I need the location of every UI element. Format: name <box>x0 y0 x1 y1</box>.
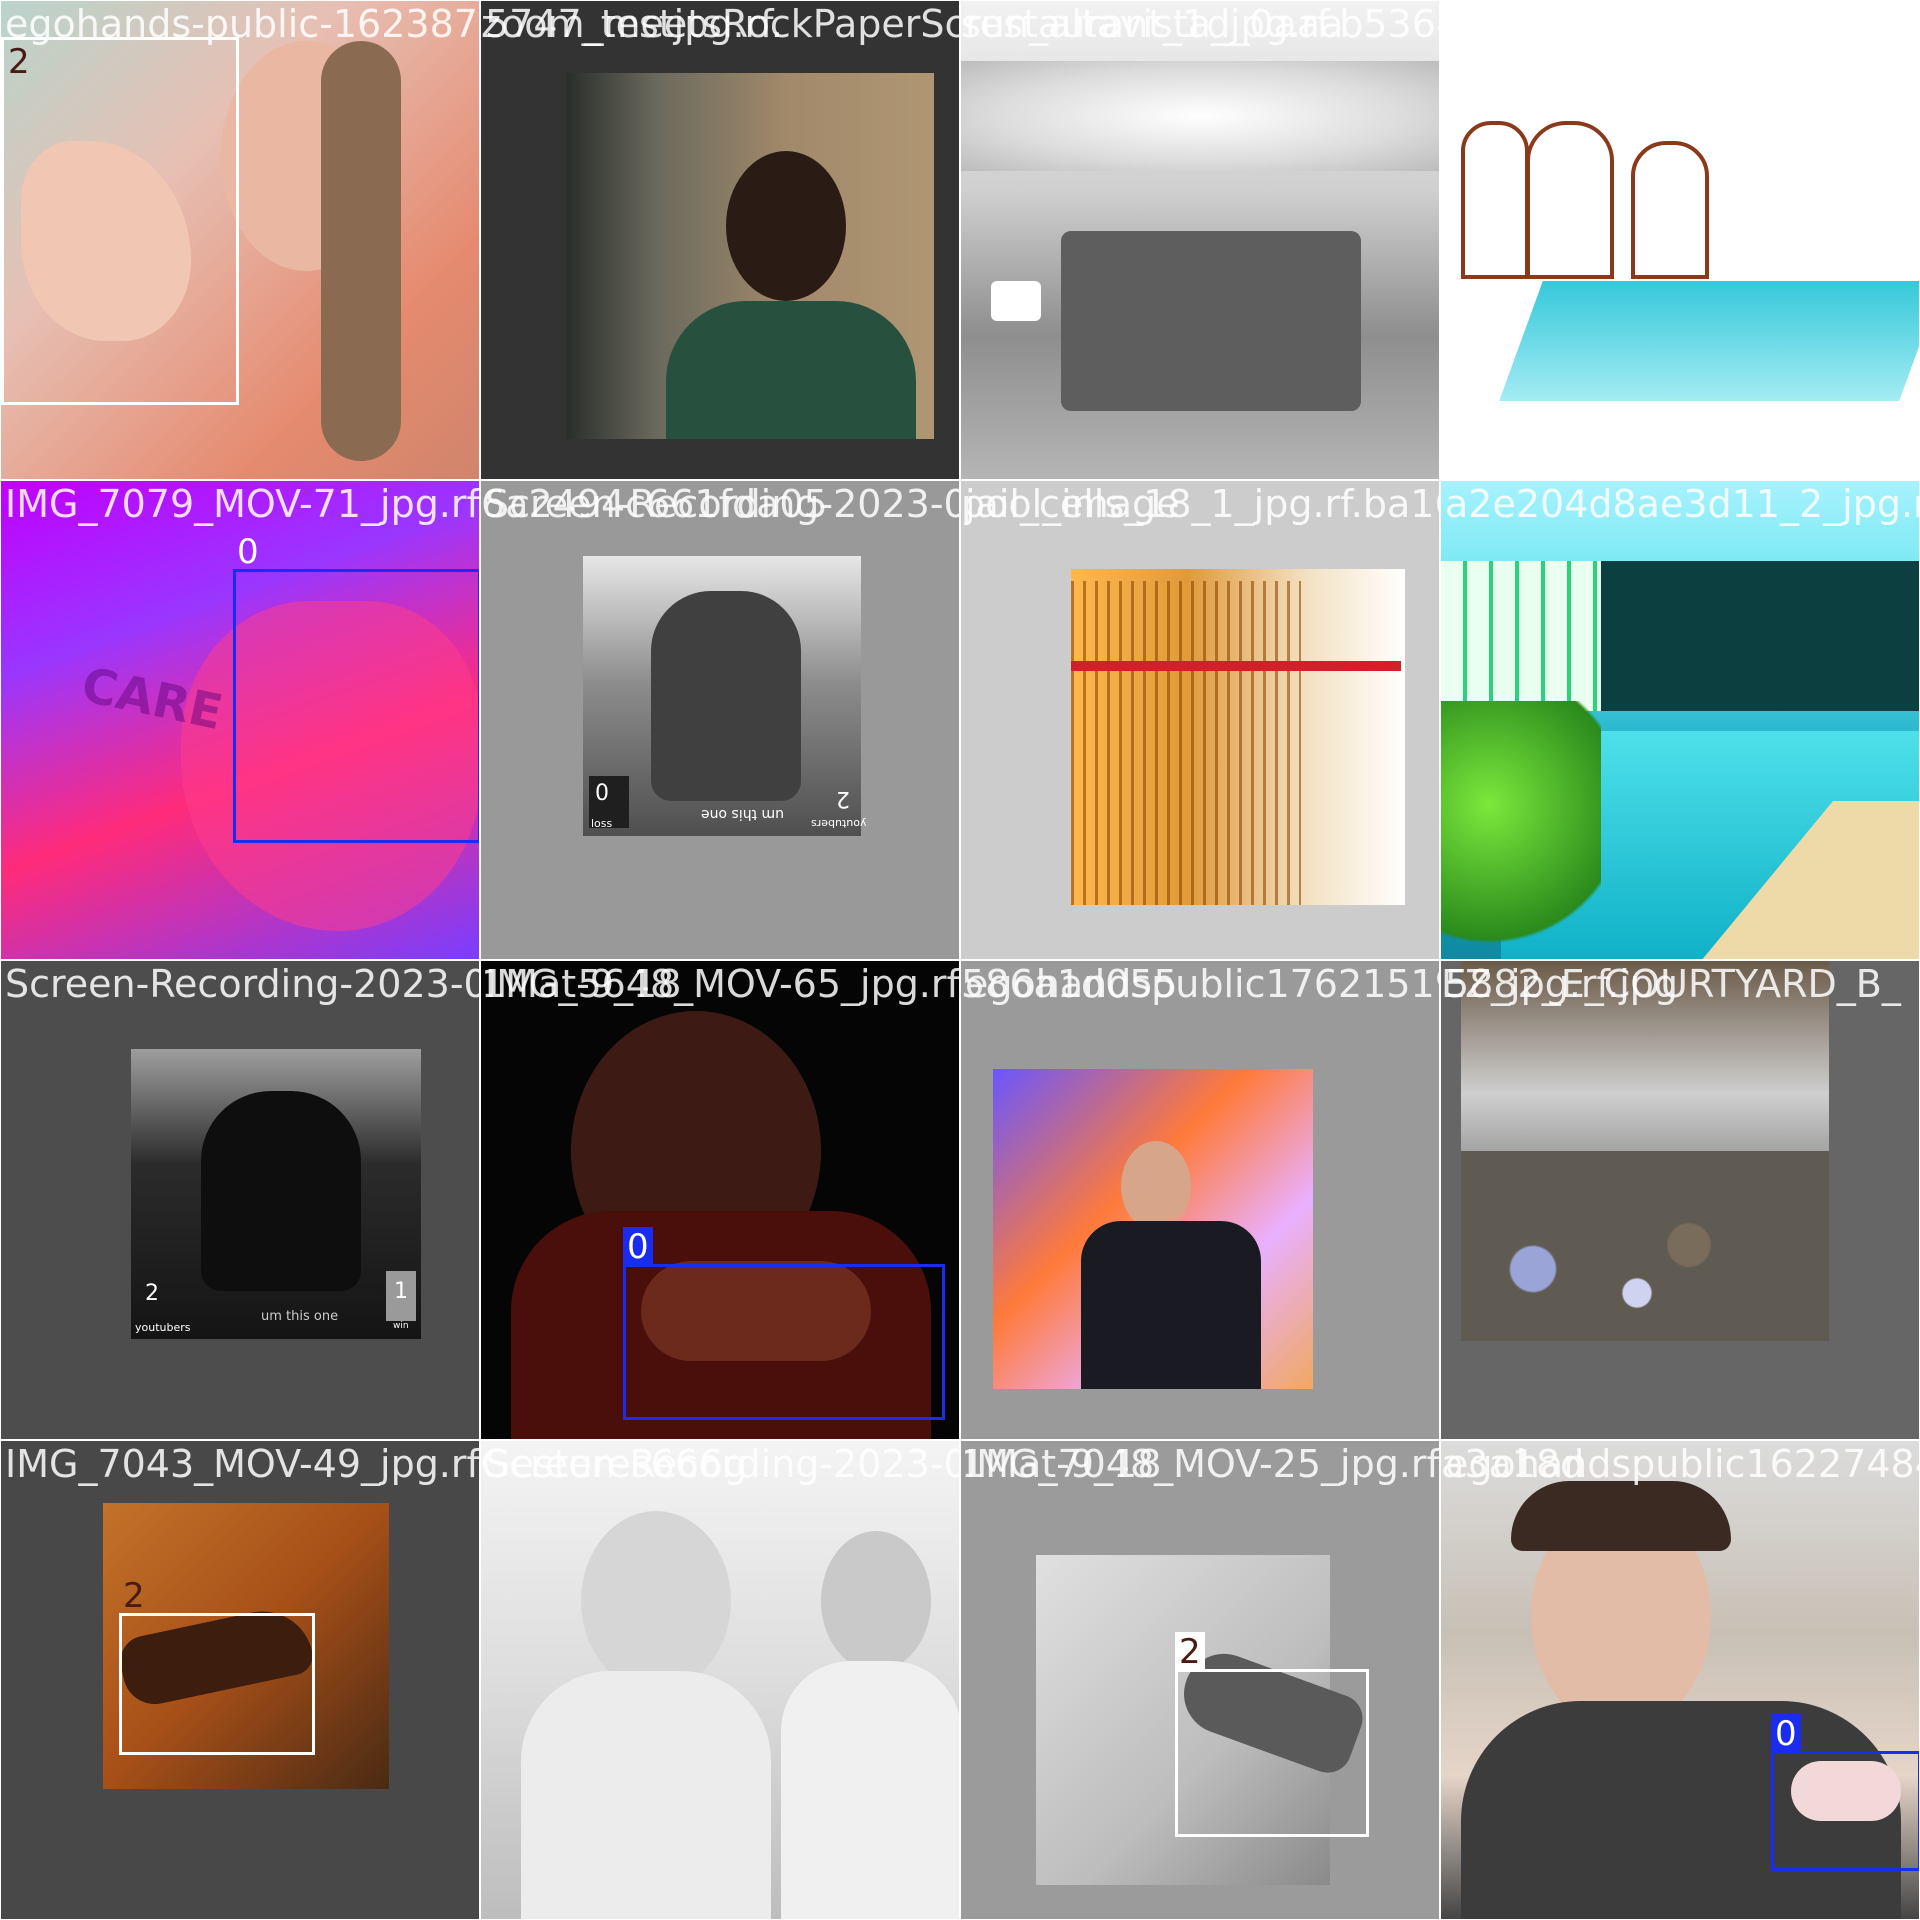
bbox-label: 2 <box>123 1576 145 1616</box>
grid-tile: a2e204d8ae3d11_2_jpg.rf.8f8 <box>1440 480 1920 960</box>
tile-title: Screen-Recording-2023-03-1 <box>485 1442 959 1486</box>
tile-title-overlay: Gestures666g <box>481 1442 748 1486</box>
score-right: 2 <box>836 786 850 811</box>
ceiling <box>961 61 1439 171</box>
person-face <box>726 151 846 301</box>
tile-title: IMG_7079_MOV-71_jpg.rf.1 <box>5 482 480 526</box>
tile-title: restaurant_1d_0aaa <box>965 2 1344 46</box>
furniture <box>1061 231 1361 411</box>
score-right: 1 <box>394 1279 408 1304</box>
caption: um this one <box>261 1309 339 1324</box>
person-body <box>1081 1221 1261 1389</box>
arch-window <box>1526 121 1614 279</box>
image-grid: 2 egohands-public-1623873267 5747_testjp… <box>0 0 1920 1920</box>
person <box>651 591 801 801</box>
grid-tile: 0 IMG_5648_MOV-65_jpg.rf.a 1Mat-9_18 <box>480 960 960 1440</box>
tile-title: IMG_7043_MOV-49_jpg.rf.0 <box>5 1442 480 1486</box>
arch-window <box>1461 121 1529 279</box>
pool-water <box>1499 281 1919 401</box>
hair <box>1511 1481 1731 1551</box>
lamp <box>991 281 1041 321</box>
grid-tile: 2 IMG_7048_MOV-25_jpg.rf.0 1Mat-9_18 <box>960 1440 1440 1920</box>
caption-youtubers: youtubers <box>811 817 867 830</box>
bounding-box: 2 <box>119 1576 315 1755</box>
tile-title-overlay: zoom_meetsRockPaperScis <box>481 2 960 46</box>
person <box>201 1091 361 1291</box>
bbox-label: 0 <box>623 1227 653 1267</box>
bounding-box: 2 <box>1 37 239 405</box>
tile-title: egohandspublic1762151919 <box>965 962 1439 1006</box>
grid-tile: CARE 0 IMG_7079_MOV-71_jpg.rf.1 <box>0 480 480 960</box>
tile-title: IMG_5648_MOV-65_jpg.rf.a <box>485 962 960 1006</box>
puzzle-pieces <box>1481 1221 1741 1341</box>
person-body <box>781 1661 959 1919</box>
tile-title-overlay: 1Mat-9_18 <box>481 962 682 1006</box>
tile-title: IMG_7048_MOV-25_jpg.rf.0 <box>965 1442 1440 1486</box>
bounding-box: 2 <box>1175 1632 1369 1837</box>
bbox-label: 2 <box>8 42 30 82</box>
bounding-box: 0 <box>233 532 479 843</box>
score-left: 2 <box>145 1281 159 1306</box>
bounding-box: 0 <box>623 1227 945 1420</box>
grid-tile: Screen-Recording-2023-03-1 Gestures666g <box>480 1440 960 1920</box>
grid-tile: 2 IMG_7043_MOV-49_jpg.rf.0 <box>0 1440 480 1920</box>
windows <box>1441 561 1601 711</box>
railing <box>1071 661 1401 671</box>
hoodie <box>666 301 916 439</box>
bbox-label: 0 <box>237 532 259 572</box>
caption-loss: loss <box>591 817 613 830</box>
tile-title-overlay: sun_altavista_jpg.rf.b53648 <box>961 2 1440 46</box>
tile-title-overlay: 6a2494c661fda05 <box>481 482 828 526</box>
palm-plant <box>1441 701 1601 959</box>
grid-tile: 5747_testjpg.rf. zoom_meetsRockPaperScis <box>480 0 960 480</box>
person-body <box>521 1671 771 1919</box>
tile-title-overlay: 1Mat-9_18 <box>961 1442 1162 1486</box>
grid-tile: restaurant_1d_0aaa sun_altavista_jpg.rf.… <box>960 0 1440 480</box>
grid-tile: egohandspublic1762151919 586a1d055 <box>960 960 1440 1440</box>
bbox-label: 0 <box>1771 1714 1801 1754</box>
grid-tile: 1_463648.jpg.rf.6d656834 <box>1440 0 1920 480</box>
bbox-label: 2 <box>1175 1632 1205 1672</box>
grid-tile: jail_cells_18_1_jpg.rf.ba16 pool_image <box>960 480 1440 960</box>
tile-title: Screen-Recording-2023-03- <box>485 482 960 526</box>
arch-window <box>1631 141 1709 279</box>
tile-title: 1_463648.jpg.rf.6d656834 <box>1445 2 1920 46</box>
person-face <box>821 1531 931 1671</box>
person-face <box>581 1511 731 1691</box>
tile-title: a2e204d8ae3d11_2_jpg.rf.8f8 <box>1445 482 1919 526</box>
tile-title: Screen-Recording-2023-03-1 <box>5 962 479 1006</box>
tile-title-overlay: a3a18d <box>1441 1442 1585 1486</box>
grid-tile: 2 egohands-public-1623873267 <box>0 0 480 480</box>
caption: um this one <box>701 806 785 822</box>
cell-bars <box>1071 581 1301 905</box>
tile-title: egohandspublic16227484 <box>1445 1442 1920 1486</box>
grid-tile: 2 1 um this one youtubers win Screen-Rec… <box>0 960 480 1440</box>
hair <box>321 41 401 461</box>
bounding-box: 0 <box>1771 1714 1919 1871</box>
caption-youtubers: youtubers <box>135 1321 191 1334</box>
score-left: 0 <box>595 781 609 806</box>
tile-title-overlay: pool_image <box>961 482 1180 526</box>
grid-tile: 0 2 um this one loss youtubers Screen-Re… <box>480 480 960 960</box>
tile-title-overlay: 586a1d055 <box>961 962 1178 1006</box>
grid-tile: 0 egohandspublic16227484 a3a18d <box>1440 1440 1920 1920</box>
caption-win: win <box>393 1321 409 1331</box>
tile-title: jail_cells_18_1_jpg.rf.ba16 <box>965 482 1440 526</box>
grid-tile: 5882_E_COURTYARD_B_ EZ_jpg.rf.jpg <box>1440 960 1920 1440</box>
person-face <box>1121 1141 1191 1231</box>
tile-title: 5747_testjpg.rf. <box>485 2 783 46</box>
